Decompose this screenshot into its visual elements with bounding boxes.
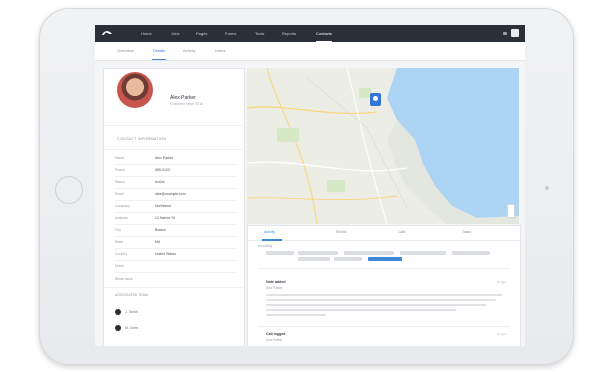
field-row[interactable]: Phone 555-0123: [115, 166, 237, 177]
field-row[interactable]: Company Northwind: [115, 202, 237, 213]
camera-dot: [545, 186, 549, 190]
field-value: alex@example.com: [155, 192, 186, 196]
tab-details[interactable]: Details: [151, 48, 167, 60]
field-row[interactable]: State MA: [115, 238, 237, 249]
team-section-title: ASSOCIATED TEAM: [115, 293, 148, 297]
sub-navigation-bar: Overview Details Activity Notes: [95, 42, 525, 61]
filter-chip[interactable]: [298, 257, 330, 261]
activity-item-title[interactable]: Note added: [266, 280, 286, 284]
activity-crumb: All activity: [258, 244, 273, 248]
activity-card: Activity Emails Calls Tasks All activity…: [247, 225, 521, 346]
field-value: MA: [155, 240, 161, 244]
activity-item-text: [266, 299, 496, 301]
tab-emails[interactable]: Emails: [336, 230, 347, 234]
team-member-name[interactable]: J. Smith: [125, 310, 138, 314]
nav-item-tools[interactable]: Tools: [255, 30, 264, 38]
field-key: Address: [115, 216, 128, 220]
divider: [103, 149, 243, 150]
profile-name: Alex Parker: [170, 95, 196, 101]
field-value: 555-0123: [155, 168, 170, 172]
nav-item-reports[interactable]: Reports: [282, 30, 296, 38]
field-value: Alex Parker: [155, 156, 174, 160]
tab-calls[interactable]: Calls: [398, 230, 406, 234]
team-member-name[interactable]: M. Chen: [125, 326, 138, 330]
user-menu-icon[interactable]: [511, 29, 519, 37]
tab-activity-feed[interactable]: Activity: [264, 230, 275, 234]
tab-notes[interactable]: Notes: [215, 48, 225, 54]
activity-item-subtitle: Alex Parker: [266, 338, 283, 342]
activity-item-time: 1d ago: [496, 332, 506, 336]
divider: [103, 125, 243, 126]
field-value: 12 Harbor St: [155, 216, 175, 220]
zoom-controls[interactable]: [507, 204, 515, 218]
filter-chip[interactable]: [344, 251, 394, 255]
field-row[interactable]: Name Alex Parker: [115, 154, 237, 165]
contact-section-title: CONTACT INFORMATION: [117, 137, 167, 141]
tab-indicator: [262, 239, 282, 241]
field-row[interactable]: Notes: [115, 262, 237, 273]
tab-tasks[interactable]: Tasks: [462, 230, 471, 234]
logo-icon[interactable]: [101, 29, 113, 37]
filter-chip[interactable]: [266, 251, 294, 255]
field-key: City: [115, 228, 122, 232]
activity-item-time: 2h ago: [496, 280, 506, 284]
home-button[interactable]: [55, 176, 83, 204]
tab-overview[interactable]: Overview: [117, 48, 134, 54]
divider: [103, 287, 243, 288]
field-key: Company: [115, 204, 130, 208]
activity-item-text: [266, 294, 502, 296]
field-row[interactable]: Status Active: [115, 178, 237, 189]
field-value: Boston: [155, 228, 166, 232]
nav-item-forms[interactable]: Forms: [225, 30, 236, 38]
location-pin-icon[interactable]: [370, 93, 381, 106]
filter-chip[interactable]: [452, 251, 490, 255]
field-key: Notes: [115, 264, 125, 268]
map-tiles: [247, 68, 519, 224]
tab-divider: [248, 240, 520, 241]
tab-activity[interactable]: Activity: [183, 48, 196, 54]
activity-item-title[interactable]: Call logged: [266, 332, 285, 336]
field-row[interactable]: Address 12 Harbor St: [115, 214, 237, 225]
field-key: Status: [115, 180, 125, 184]
app-screen: Home Jobs Pages Forms Tools Reports Cont…: [95, 25, 525, 346]
field-key: Country: [115, 252, 128, 256]
profile-subtitle: Customer since 2016: [170, 102, 204, 106]
filter-chip[interactable]: [334, 257, 362, 261]
field-key: Email: [115, 192, 124, 196]
filter-chip-active[interactable]: [368, 257, 402, 261]
field-key: Phone: [115, 168, 126, 172]
field-value: Northwind: [155, 204, 171, 208]
field-value: Active: [155, 180, 165, 184]
notification-icon[interactable]: [503, 32, 507, 35]
nav-item-home[interactable]: Home: [141, 30, 152, 38]
nav-item-jobs[interactable]: Jobs: [171, 30, 179, 38]
activity-item-text: [266, 314, 326, 316]
activity-item-subtitle: Alex Parker: [266, 286, 283, 290]
nav-item-pages[interactable]: Pages: [196, 30, 207, 38]
divider: [258, 268, 510, 269]
team-member-avatar[interactable]: [115, 325, 121, 331]
field-key: Name: [115, 156, 125, 160]
divider: [258, 326, 510, 327]
location-map[interactable]: [247, 68, 519, 224]
filter-chip[interactable]: [400, 251, 446, 255]
filter-chip[interactable]: [298, 251, 338, 255]
field-row[interactable]: Email alex@example.com: [115, 190, 237, 201]
avatar[interactable]: [117, 72, 153, 108]
team-member-avatar[interactable]: [115, 309, 121, 315]
show-more-link[interactable]: Show more: [115, 277, 133, 281]
activity-item-text: [266, 309, 456, 311]
field-row[interactable]: Country United States: [115, 250, 237, 261]
activity-item-text: [266, 304, 486, 306]
field-row[interactable]: City Boston: [115, 226, 237, 237]
field-key: State: [115, 240, 124, 244]
top-navigation-bar: Home Jobs Pages Forms Tools Reports Cont…: [95, 25, 525, 42]
field-value: United States: [155, 252, 177, 256]
nav-item-contacts[interactable]: Contacts: [316, 30, 332, 42]
